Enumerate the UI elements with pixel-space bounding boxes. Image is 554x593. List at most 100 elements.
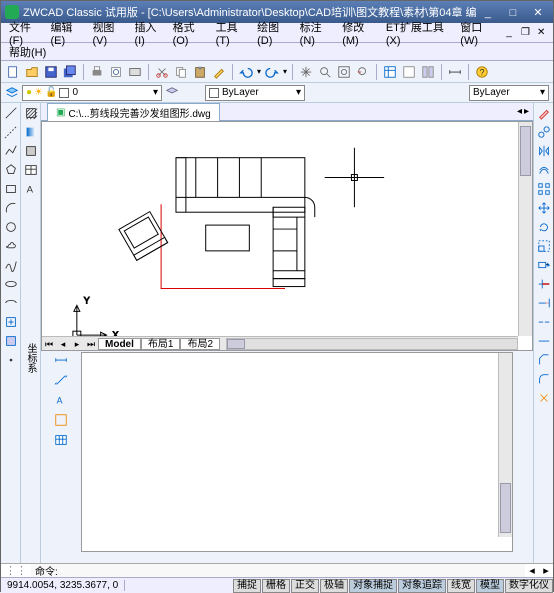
insert-icon[interactable]: [3, 314, 19, 330]
lineweight-dropdown[interactable]: ByLayer ▾: [469, 85, 549, 101]
dim-style-icon[interactable]: [54, 413, 68, 430]
xline-icon[interactable]: [3, 124, 19, 140]
designcenter-icon[interactable]: [401, 64, 417, 80]
region-icon[interactable]: [23, 143, 39, 159]
polyline-icon[interactable]: [3, 143, 19, 159]
mdi-close-button[interactable]: ✕: [533, 26, 549, 39]
explode-icon[interactable]: [536, 390, 552, 406]
menu-draw[interactable]: 绘图(D): [253, 18, 295, 48]
maximize-button[interactable]: □: [502, 7, 524, 19]
redo-dropdown-icon[interactable]: ▾: [283, 67, 287, 76]
zoom-icon[interactable]: [317, 64, 333, 80]
circle-icon[interactable]: [3, 219, 19, 235]
canvas-vscroll[interactable]: [518, 122, 532, 336]
save-icon[interactable]: [43, 64, 59, 80]
layers-icon[interactable]: [5, 86, 19, 100]
cmd-grip-icon[interactable]: ⋮⋮: [1, 564, 31, 577]
canvas-hscroll[interactable]: [226, 338, 518, 350]
mdi-restore-button[interactable]: ❐: [517, 26, 533, 39]
revcloud-icon[interactable]: [3, 238, 19, 254]
tab-first-icon[interactable]: ⏮: [42, 338, 56, 350]
cmd-scroll-right-icon[interactable]: ▸: [539, 564, 553, 577]
ellipsearc-icon[interactable]: [3, 295, 19, 311]
menu-modify[interactable]: 修改(M): [338, 18, 381, 48]
ellipse-icon[interactable]: [3, 276, 19, 292]
menu-window[interactable]: 窗口(W): [456, 18, 500, 48]
dist-icon[interactable]: [447, 64, 463, 80]
status-lwt[interactable]: 线宽: [447, 579, 475, 593]
dim-aligned-icon[interactable]: [54, 373, 68, 390]
block-icon[interactable]: [3, 333, 19, 349]
status-grid[interactable]: 栅格: [262, 579, 290, 593]
offset-icon[interactable]: [536, 162, 552, 178]
saveall-icon[interactable]: [62, 64, 78, 80]
undo-icon[interactable]: [238, 64, 254, 80]
undo-dropdown-icon[interactable]: ▾: [257, 67, 261, 76]
status-ortho[interactable]: 正交: [291, 579, 319, 593]
mirror-icon[interactable]: [536, 143, 552, 159]
copy-icon[interactable]: [173, 64, 189, 80]
menu-format[interactable]: 格式(O): [169, 18, 211, 48]
match-icon[interactable]: [211, 64, 227, 80]
menu-et[interactable]: ET扩展工具(X): [382, 18, 455, 48]
erase-icon[interactable]: [536, 105, 552, 121]
help-icon[interactable]: ?: [474, 64, 490, 80]
array-icon[interactable]: [536, 181, 552, 197]
linetype-dropdown[interactable]: ByLayer ▾: [205, 85, 305, 101]
trim-icon[interactable]: [536, 276, 552, 292]
chamfer-icon[interactable]: [536, 352, 552, 368]
command-history[interactable]: [81, 352, 513, 552]
cmd-scroll-left-icon[interactable]: ◂: [525, 564, 539, 577]
layout-tab-model[interactable]: Model: [98, 338, 141, 350]
paste-icon[interactable]: [192, 64, 208, 80]
cut-icon[interactable]: [154, 64, 170, 80]
table-icon[interactable]: [23, 162, 39, 178]
zoomprev-icon[interactable]: [355, 64, 371, 80]
move-icon[interactable]: [536, 200, 552, 216]
open-icon[interactable]: [24, 64, 40, 80]
tab-next-icon[interactable]: ▸: [70, 338, 84, 350]
status-osnap[interactable]: 对象捕捉: [349, 579, 397, 593]
arc-icon[interactable]: [3, 200, 19, 216]
polygon-icon[interactable]: [3, 162, 19, 178]
mtext-icon[interactable]: A: [23, 181, 39, 197]
layer-dropdown[interactable]: ● ☀ 🔓 0 ▾: [22, 85, 162, 101]
command-line[interactable]: ⋮⋮ 命令: ◂ ▸: [1, 563, 553, 577]
gradient-icon[interactable]: [23, 124, 39, 140]
line-icon[interactable]: [3, 105, 19, 121]
redo-icon[interactable]: [264, 64, 280, 80]
tab-right-icon[interactable]: ▸: [524, 106, 529, 117]
menu-help[interactable]: 帮助(H): [5, 43, 50, 61]
copy-obj-icon[interactable]: [536, 124, 552, 140]
tab-left-icon[interactable]: ◂: [517, 106, 522, 117]
coordinates[interactable]: 9914.0054, 3235.3677, 0: [1, 580, 125, 591]
sidepanel-label[interactable]: 坐标系: [23, 343, 38, 373]
pan-icon[interactable]: [298, 64, 314, 80]
status-polar[interactable]: 极轴: [320, 579, 348, 593]
document-tab[interactable]: ▣ C:\...剪线段完善沙发组图形.dwg: [47, 103, 220, 121]
mdi-minimize-button[interactable]: _: [501, 26, 517, 39]
status-otrack[interactable]: 对象追踪: [398, 579, 446, 593]
tab-prev-icon[interactable]: ◂: [56, 338, 70, 350]
dim-text-icon[interactable]: A: [54, 393, 68, 410]
point-icon[interactable]: [3, 352, 19, 368]
scale-icon[interactable]: [536, 238, 552, 254]
status-tablet[interactable]: 数字化仪: [505, 579, 553, 593]
hatch-icon[interactable]: [23, 105, 39, 121]
layerprev-icon[interactable]: [165, 86, 179, 100]
menu-edit[interactable]: 编辑(E): [46, 18, 87, 48]
join-icon[interactable]: [536, 333, 552, 349]
close-button[interactable]: ✕: [527, 6, 549, 19]
zoomwin-icon[interactable]: [336, 64, 352, 80]
spline-icon[interactable]: [3, 257, 19, 273]
rotate-icon[interactable]: [536, 219, 552, 235]
tab-last-icon[interactable]: ⏭: [84, 338, 98, 350]
layout-tab-2[interactable]: 布局2: [180, 338, 220, 350]
drawing-canvas[interactable]: Y X ⏮ ◂ ▸ ⏭ Model 布局1 布局2: [41, 121, 533, 351]
text-vscroll[interactable]: [498, 353, 512, 537]
break-icon[interactable]: [536, 314, 552, 330]
preview-icon[interactable]: [108, 64, 124, 80]
layout-tab-1[interactable]: 布局1: [141, 338, 181, 350]
fillet-icon[interactable]: [536, 371, 552, 387]
dim-table-icon[interactable]: [54, 433, 68, 450]
